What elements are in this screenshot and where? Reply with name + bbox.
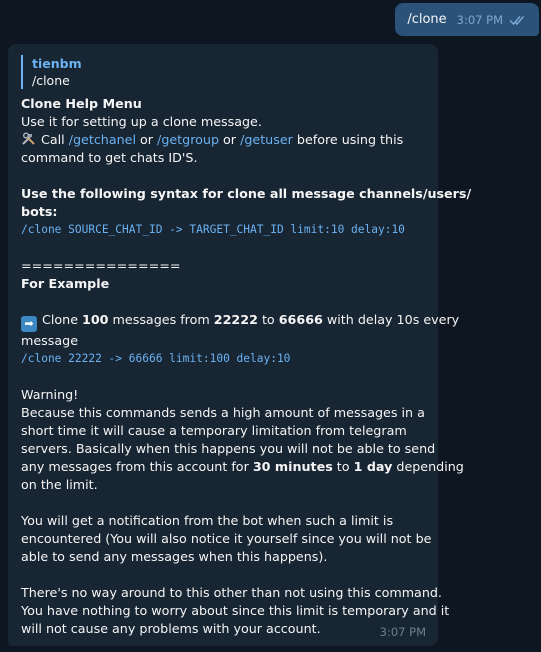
hammer-wrench-icon (21, 132, 37, 146)
example-code[interactable]: /clone 22222 -> 66666 limit:100 delay:10 (21, 350, 425, 368)
reply-author: tienbm (32, 56, 82, 71)
warning-line-1: Because this commands sends a high amoun… (21, 405, 425, 420)
warning-line-4: any messages from this account for 30 mi… (21, 459, 464, 474)
warning-line-3: servers. Basically when this happens you… (21, 441, 436, 456)
getgroup-link[interactable]: /getgroup (157, 132, 219, 147)
help-title: Clone Help Menu (21, 96, 142, 111)
outgoing-message-time: 3:07 PM (456, 12, 503, 27)
warning-line-5: on the limit. (21, 477, 98, 492)
noway-line-2: You have nothing to worry about since th… (21, 603, 450, 618)
notify-line-3: able to send any messages when this happ… (21, 549, 328, 564)
right-arrow-icon: ➡ (21, 316, 37, 332)
warning-line-2: short time it will cause a temporary lim… (21, 423, 407, 438)
call-line: Call /getchanel or /getgroup or /getuser… (21, 131, 425, 149)
warning-title: Warning! (21, 387, 79, 402)
getchanel-link[interactable]: /getchanel (69, 132, 136, 147)
syntax-heading: Use the following syntax for clone all m… (21, 186, 472, 201)
intro-text: Use it for setting up a clone message. (21, 114, 262, 129)
example-line: ➡ Clone 100 messages from 22222 to 66666 … (21, 311, 459, 332)
reply-quote[interactable]: tienbm /clone (21, 55, 425, 89)
call-line-2: command to get chats ID'S. (21, 150, 198, 165)
noway-line-3: will not cause any problems with your ac… (21, 621, 321, 636)
reply-text: /clone (32, 73, 70, 88)
example-line-2: message (21, 333, 79, 348)
example-heading: For Example (21, 276, 110, 291)
getuser-link[interactable]: /getuser (240, 132, 293, 147)
divider-text: =============== (21, 258, 181, 273)
outgoing-message-text: /clone (407, 12, 447, 27)
incoming-message-time: 3:07 PM (379, 625, 426, 639)
syntax-heading-2: bots: (21, 204, 58, 219)
noway-line-1: There's no way around to this other than… (21, 585, 442, 600)
double-check-icon (509, 14, 527, 26)
incoming-message[interactable]: tienbm /clone Clone Help Menu Use it for… (8, 44, 472, 646)
outgoing-message[interactable]: /clone 3:07 PM (395, 3, 539, 36)
notify-line-1: You will get a notification from the bot… (21, 513, 394, 528)
notify-line-2: encountered (You will also notice it you… (21, 531, 432, 546)
syntax-code[interactable]: /clone SOURCE_CHAT_ID -> TARGET_CHAT_ID … (21, 221, 425, 239)
